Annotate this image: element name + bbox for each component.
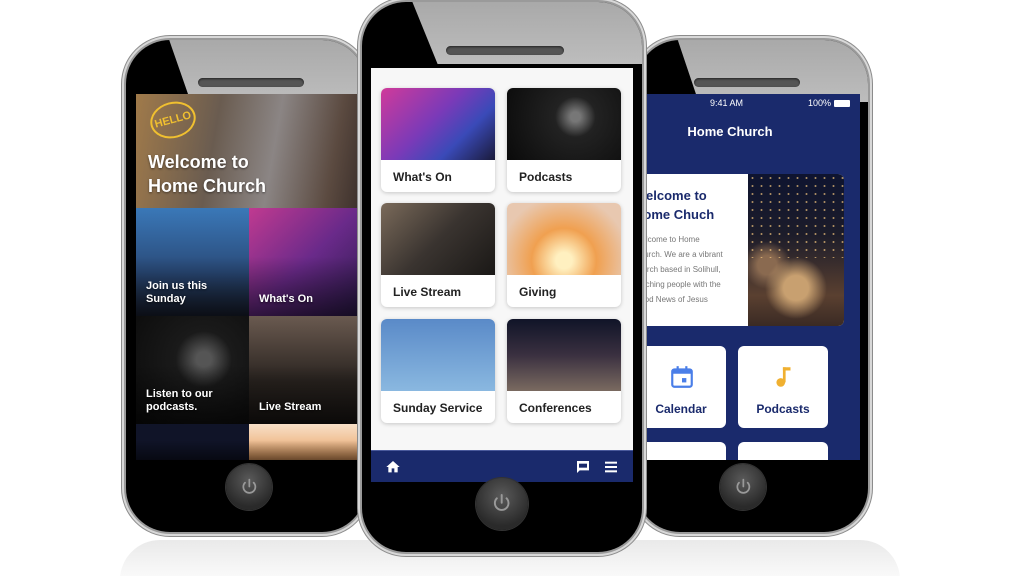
tile-conferences-partial[interactable] [136,424,249,460]
podcasts-label: Podcasts [756,402,810,416]
tile-podcasts[interactable]: Listen to our podcasts. [136,316,249,424]
card-conferences[interactable]: Conferences [507,319,621,423]
phone-right: 9:41 AM 100% Home Church Welcome to Home … [636,40,868,532]
card-label: Giving [519,285,557,299]
home-button[interactable] [476,478,528,530]
podcasts-card[interactable]: Podcasts [738,346,828,428]
hello-speech-bubble-icon: HELLO [146,96,200,144]
card-image [381,319,495,391]
welcome-text: Welcome to Home Chuch Welcome to Home Chu… [640,174,744,326]
card-podcasts[interactable]: Podcasts [507,88,621,192]
hero-title-line1: Welcome to [148,152,249,172]
calendar-card[interactable]: Calendar [640,346,726,428]
hero-title-line2: Home Church [148,176,267,196]
speaker-grille [198,78,304,87]
power-icon [494,494,510,512]
status-time: 9:41 AM [710,98,744,108]
card-giving[interactable]: Giving [507,203,621,307]
card-whats-on[interactable]: What's On [381,88,495,192]
glass-glare [677,40,868,102]
home-button[interactable] [226,464,272,510]
app-title: Home Church [687,124,773,139]
welcome-body: Welcome to Home Church. We are a vibrant… [640,235,723,304]
card-label: What's On [393,170,452,184]
power-icon [242,478,256,494]
card-partial[interactable] [640,442,726,460]
card-image [507,88,621,160]
screen-left: HELLO Welcome to Home Church Join us thi… [136,94,362,460]
tile-label: Join us this Sunday [146,280,208,305]
tile-join-sunday[interactable]: Join us this Sunday [136,208,249,316]
tile-giving-partial[interactable] [249,424,362,460]
calendar-label: Calendar [655,402,707,416]
screen-middle: What's On Podcasts Live Stream Giving Su… [371,68,633,482]
card-image [507,203,621,275]
tile-label: Live Stream [259,401,322,413]
card-partial[interactable] [738,442,828,460]
speaker-grille [446,46,564,55]
tile-label: Listen to our podcasts. [146,388,213,413]
card-image [381,88,495,160]
card-label: Live Stream [393,285,462,299]
welcome-hero[interactable]: HELLO Welcome to Home Church [136,94,362,208]
card-image [507,319,621,391]
speaker-grille [694,78,800,87]
music-note-icon [776,367,791,387]
card-sunday-service[interactable]: Sunday Service [381,319,495,423]
menu-icon[interactable] [603,459,619,475]
card-label: Sunday Service [393,401,483,415]
phone-left: HELLO Welcome to Home Church Join us thi… [126,40,366,532]
card-label: Conferences [519,401,592,415]
chat-icon[interactable] [575,459,591,475]
tile-live-stream[interactable]: Live Stream [249,316,362,424]
card-live-stream[interactable]: Live Stream [381,203,495,307]
phone-mockup-stage: HELLO Welcome to Home Church Join us thi… [0,0,1024,576]
card-image [381,203,495,275]
welcome-card[interactable]: Welcome to Home Chuch Welcome to Home Chu… [640,174,844,326]
tile-label: What's On [259,293,313,305]
phone-middle: What's On Podcasts Live Stream Giving Su… [362,2,642,552]
card-label: Podcasts [519,170,573,184]
calendar-icon [671,366,693,388]
home-icon[interactable] [385,459,401,475]
glass-glare [169,40,366,102]
hero-title: Welcome to Home Church [148,150,266,198]
tile-whats-on[interactable]: What's On [249,208,362,316]
welcome-heading: Welcome to Home Chuch [640,188,715,222]
home-button[interactable] [720,464,766,510]
status-bar: 9:41 AM 100% [640,98,860,112]
screen-right: 9:41 AM 100% Home Church Welcome to Home … [640,94,860,460]
concert-crowd-image [748,174,844,326]
battery-icon [834,99,850,107]
power-icon [736,478,750,494]
status-battery: 100% [808,98,850,108]
